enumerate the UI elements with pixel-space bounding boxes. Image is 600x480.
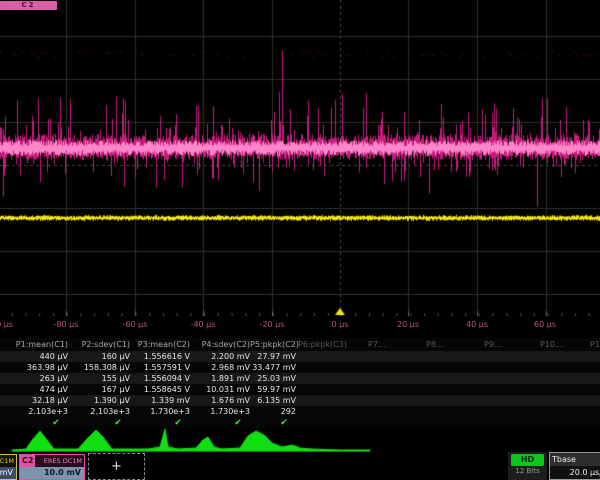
- table-cell: 1.390 µV: [70, 395, 130, 406]
- hd-mode-badge: HD: [511, 454, 544, 466]
- c2-scale-value: 10.0 mV: [20, 467, 84, 479]
- channel-descriptor-c2[interactable]: C2 ERES DC1M 10.0 mV: [19, 454, 85, 480]
- parameter-header-inactive[interactable]: P1: [590, 338, 600, 351]
- table-cell: 263 µV: [6, 373, 68, 384]
- table-cell: 59.97 mV: [250, 384, 296, 395]
- table-cell: 474 µV: [6, 384, 68, 395]
- parameter-header[interactable]: P2:sdev(C1): [70, 338, 130, 351]
- table-cell: 1.556094 V: [130, 373, 190, 384]
- c1-coupling: DC1M: [0, 457, 16, 465]
- table-cell: 2.968 mV: [190, 362, 250, 373]
- time-axis-label: -80 µs: [54, 320, 79, 329]
- time-axis-label: 60 µs: [534, 320, 556, 329]
- time-axis-label: -40 µs: [191, 320, 216, 329]
- table-cell: 167 µV: [70, 384, 130, 395]
- table-row: 32.18 µV1.390 µV1.339 mV1.676 mV6.135 mV: [0, 395, 600, 406]
- table-cell: 27.97 mV: [250, 351, 296, 362]
- acquisition-panel[interactable]: HD 12 Bits: [508, 452, 547, 480]
- channel-descriptor-c1[interactable]: C1 DC1M 10.0 mV: [0, 454, 17, 480]
- table-cell: 155 µV: [70, 373, 130, 384]
- table-cell: 363.98 µV: [6, 362, 68, 373]
- histogram-strip: [0, 428, 600, 452]
- time-axis-label: -20 µs: [260, 320, 285, 329]
- c1-scale-value: 10.0 mV: [0, 467, 16, 479]
- table-cell: 10.031 mV: [190, 384, 250, 395]
- time-axis-label: -60 µs: [123, 320, 148, 329]
- table-cell: 1.730e+3: [190, 406, 250, 417]
- measurement-table[interactable]: P1:mean(C1)P2:sdev(C1)P3:mean(C2)P4:sdev…: [0, 338, 600, 430]
- table-cell: 2.103e+3: [6, 406, 68, 417]
- table-cell: 158.308 µV: [70, 362, 130, 373]
- table-cell: 292: [250, 406, 296, 417]
- parameter-header-inactive[interactable]: P8...: [426, 338, 444, 351]
- resolution-bits: 12 Bits: [508, 467, 547, 475]
- table-header-row: P1:mean(C1)P2:sdev(C1)P3:mean(C2)P4:sdev…: [0, 338, 600, 351]
- active-trace-badge[interactable]: C2: [0, 1, 57, 10]
- parameter-header[interactable]: P5:pkpk(C2): [250, 338, 296, 351]
- parameter-header-inactive[interactable]: P7...: [368, 338, 386, 351]
- timebase-value: 20.0 µs/div: [550, 466, 600, 479]
- table-cell: 1.730e+3: [130, 406, 190, 417]
- parameter-header[interactable]: P4:sdev(C2): [190, 338, 250, 351]
- parameter-header-inactive[interactable]: P6:pkpk(C3): [298, 338, 347, 351]
- table-cell: 1.557591 V: [130, 362, 190, 373]
- parameter-header-inactive[interactable]: P9...: [484, 338, 502, 351]
- parameter-header-inactive[interactable]: P10...: [540, 338, 563, 351]
- table-cell: 2.103e+3: [70, 406, 130, 417]
- table-row: 440 µV160 µV1.556616 V2.200 mV27.97 mV: [0, 351, 600, 362]
- table-cell: 1.676 mV: [190, 395, 250, 406]
- table-cell: 32.18 µV: [6, 395, 68, 406]
- bottom-bar: C1 DC1M 10.0 mV C2 ERES DC1M 10.0 mV + H…: [0, 452, 600, 480]
- time-axis-label: 20 µs: [397, 320, 419, 329]
- timebase-descriptor[interactable]: Tbase 20.0 µs/div: [549, 452, 600, 480]
- parameter-header[interactable]: P1:mean(C1): [6, 338, 68, 351]
- waveform-canvas[interactable]: [0, 0, 600, 316]
- table-cell: 160 µV: [70, 351, 130, 362]
- table-row: 263 µV155 µV1.556094 V1.891 mV25.03 mV: [0, 373, 600, 384]
- table-row: 363.98 µV158.308 µV1.557591 V2.968 mV33.…: [0, 362, 600, 373]
- c2-label: C2: [20, 455, 35, 467]
- time-axis-label: -100 µs: [0, 320, 13, 329]
- time-axis: -100 µs -80 µs -60 µs -40 µs -20 µs 0 µs 20 µs…: [0, 318, 600, 332]
- time-axis-label: 0 µs: [332, 320, 349, 329]
- c2-coupling: ERES DC1M: [35, 457, 84, 465]
- table-cell: 33.477 mV: [250, 362, 296, 373]
- time-axis-label: 40 µs: [466, 320, 488, 329]
- table-cell: 25.03 mV: [250, 373, 296, 384]
- table-cell: 2.200 mV: [190, 351, 250, 362]
- waveform-display[interactable]: C2 -100 µs -80 µs -60 µs -40 µs -20 µs 0 µs 20…: [0, 0, 600, 334]
- table-cell: 1.556616 V: [130, 351, 190, 362]
- parameter-header[interactable]: P3:mean(C2): [130, 338, 190, 351]
- table-row: 2.103e+32.103e+31.730e+31.730e+3292: [0, 406, 600, 417]
- table-cell: 6.135 mV: [250, 395, 296, 406]
- table-cell: 440 µV: [6, 351, 68, 362]
- table-cell: 1.339 mV: [130, 395, 190, 406]
- oscilloscope-screen: C2 -100 µs -80 µs -60 µs -40 µs -20 µs 0 µs 20…: [0, 0, 600, 480]
- timebase-label: Tbase: [550, 453, 600, 466]
- table-cell: 1.891 mV: [190, 373, 250, 384]
- table-cell: 1.558645 V: [130, 384, 190, 395]
- add-trace-button[interactable]: +: [88, 453, 145, 480]
- table-row: 474 µV167 µV1.558645 V10.031 mV59.97 mV: [0, 384, 600, 395]
